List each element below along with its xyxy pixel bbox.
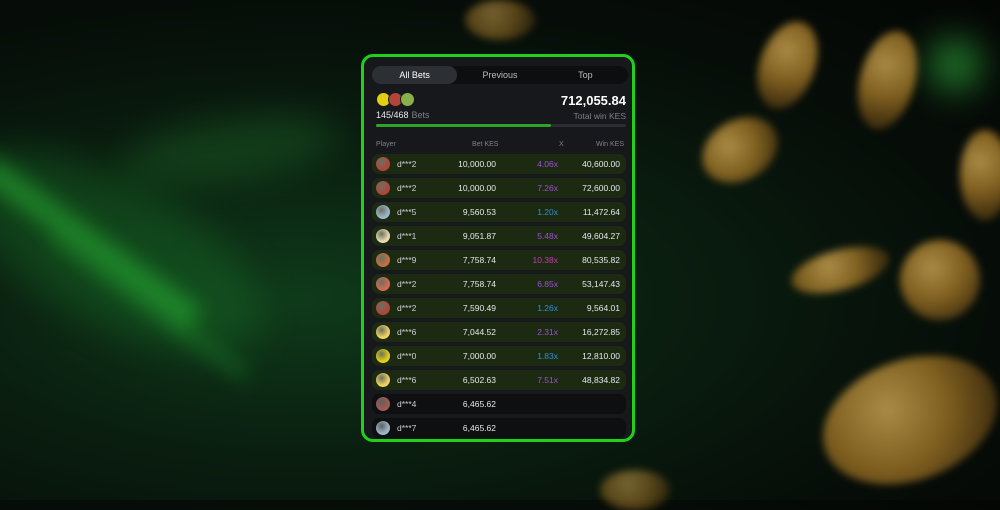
- bets-summary: 145/468 Bets 712,055.84 Total win KES: [376, 90, 626, 128]
- multiplier: 6.85x: [537, 279, 558, 289]
- column-win: Win KES: [595, 141, 624, 148]
- player-avatar-icon: [376, 421, 390, 435]
- bet-row: d***6 7,044.52 2.31x 16,272.85: [372, 322, 626, 342]
- column-bet: Bet KES: [472, 141, 499, 148]
- player-name: d***0: [397, 351, 417, 361]
- bet-amount: 6,502.63: [462, 375, 496, 385]
- bets-list: d***2 10,000.00 4.06x 40,600.00 d***2 10,000.…: [372, 154, 626, 439]
- multiplier: 5.48x: [537, 231, 558, 241]
- win-amount: 72,600.00: [582, 183, 620, 193]
- bet-amount: 7,758.74: [462, 279, 496, 289]
- tab-all-bets[interactable]: All Bets: [372, 66, 458, 84]
- bet-row: d***4 6,465.62: [372, 394, 626, 414]
- player-name: d***2: [397, 159, 417, 169]
- bet-row: d***1 9,051.87 5.48x 49,604.27: [372, 226, 626, 246]
- multiplier: 1.20x: [537, 207, 558, 217]
- column-player: Player: [376, 141, 396, 148]
- player-name: d***6: [397, 327, 417, 337]
- bet-amount: 10,000.00: [458, 159, 496, 169]
- bets-progress-bar: [376, 124, 626, 127]
- bet-row: d***2 7,758.74 6.85x 53,147.43: [372, 274, 626, 294]
- bet-row: d***2 10,000.00 4.06x 40,600.00: [372, 154, 626, 174]
- recent-avatars: [376, 92, 415, 107]
- player-avatar-icon: [376, 157, 390, 171]
- player-avatar-icon: [376, 373, 390, 387]
- tab-top[interactable]: Top: [543, 66, 628, 84]
- player-avatar-icon: [376, 205, 390, 219]
- bet-amount: 7,044.52: [462, 327, 496, 337]
- win-amount: 12,810.00: [582, 351, 620, 361]
- bet-row: d***5 9,560.53 1.20x 11,472.64: [372, 202, 626, 222]
- player-name: d***2: [397, 279, 417, 289]
- bet-row: d***9 7,758.74 10.38x 80,535.82: [372, 250, 626, 270]
- bets-count: 145/468 Bets: [376, 110, 430, 120]
- multiplier: 1.26x: [537, 303, 558, 313]
- win-amount: 9,564.01: [586, 303, 620, 313]
- multiplier: 10.38x: [532, 255, 558, 265]
- bet-row: d***7 6,465.62: [372, 418, 626, 438]
- bets-tabs: All Bets Previous Top: [372, 66, 628, 84]
- bet-row: d***6 6,502.63 7.51x 48,834.82: [372, 370, 626, 390]
- bet-amount: 7,000.00: [462, 351, 496, 361]
- total-win-value: 712,055.84: [560, 93, 626, 108]
- bets-panel: All Bets Previous Top 145/468 Bets 712,05…: [361, 54, 635, 442]
- multiplier: 7.51x: [537, 375, 558, 385]
- player-avatar-icon: [376, 397, 390, 411]
- win-amount: 16,272.85: [582, 327, 620, 337]
- win-amount: 53,147.43: [582, 279, 620, 289]
- multiplier: 2.31x: [537, 327, 558, 337]
- tab-previous[interactable]: Previous: [457, 66, 542, 84]
- bets-count-value: 145/468: [376, 110, 409, 120]
- player-avatar-icon: [376, 325, 390, 339]
- bet-amount: 10,000.00: [458, 183, 496, 193]
- player-name: d***6: [397, 375, 417, 385]
- win-amount: 40,600.00: [582, 159, 620, 169]
- bet-amount: 6,465.62: [462, 423, 496, 433]
- player-avatar-icon: [376, 277, 390, 291]
- player-avatar-icon: [376, 349, 390, 363]
- total-win-label: Total win KES: [573, 111, 626, 121]
- bets-progress-fill: [376, 124, 551, 127]
- player-name: d***7: [397, 423, 417, 433]
- player-name: d***2: [397, 183, 417, 193]
- bets-count-label: Bets: [411, 110, 430, 120]
- player-name: d***9: [397, 255, 417, 265]
- multiplier: 7.26x: [537, 183, 558, 193]
- bet-amount: 9,051.87: [462, 231, 496, 241]
- player-avatar-icon: [376, 253, 390, 267]
- bet-amount: 9,560.53: [462, 207, 496, 217]
- bet-row: d***2 7,590.49 1.26x 9,564.01: [372, 298, 626, 318]
- win-amount: 48,834.82: [582, 375, 620, 385]
- win-amount: 80,535.82: [582, 255, 620, 265]
- bet-row: d***0 7,000.00 1.83x 12,810.00: [372, 346, 626, 366]
- player-avatar-icon: [376, 301, 390, 315]
- column-multiplier: X: [559, 141, 564, 148]
- win-amount: 11,472.64: [582, 207, 620, 217]
- multiplier: 1.83x: [537, 351, 558, 361]
- bet-amount: 7,758.74: [462, 255, 496, 265]
- player-name: d***2: [397, 303, 417, 313]
- player-name: d***5: [397, 207, 417, 217]
- bet-row: d***2 10,000.00 7.26x 72,600.00: [372, 178, 626, 198]
- player-avatar-icon: [376, 229, 390, 243]
- win-amount: 49,604.27: [582, 231, 620, 241]
- player-name: d***1: [397, 231, 417, 241]
- player-avatar-icon: [376, 181, 390, 195]
- bet-amount: 7,590.49: [462, 303, 496, 313]
- player-name: d***4: [397, 399, 417, 409]
- avatar-icon: [400, 92, 415, 107]
- multiplier: 4.06x: [537, 159, 558, 169]
- bet-amount: 6,465.62: [462, 399, 496, 409]
